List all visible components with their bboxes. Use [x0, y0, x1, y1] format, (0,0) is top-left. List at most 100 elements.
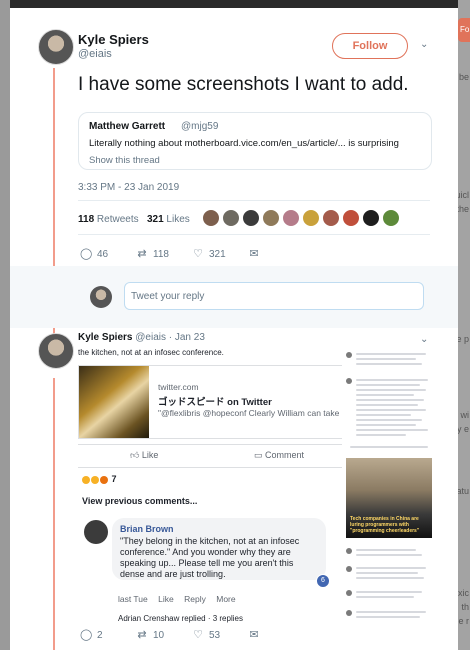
reply-icon: ◯ — [80, 629, 93, 641]
liker-avatar[interactable] — [222, 209, 240, 227]
side-avatar-dot — [346, 378, 352, 384]
reply-count: 46 — [97, 249, 109, 260]
link-description: "@flexlibris @hopeconf Clearly William c… — [158, 408, 342, 418]
screenshot-reactions: 7 — [82, 474, 117, 484]
retweet-icon: ⇄ — [137, 248, 147, 260]
like-action[interactable]: ♡ 53 — [192, 628, 220, 641]
screenshot-comment: ▭ Comment — [254, 450, 304, 461]
background-follow-chip: Fo — [458, 18, 470, 42]
side-text-line — [356, 434, 406, 436]
background-fragment: the — [456, 204, 469, 214]
side-text-line — [356, 363, 422, 365]
commenter-name: Brian Brown — [120, 524, 174, 534]
side-text-line — [356, 358, 416, 360]
divider — [78, 200, 430, 201]
reply-author-handle[interactable]: @eiais — [135, 332, 166, 343]
tweet-modal: Kyle Spiers @eiais Follow ⌄ I have some … — [10, 8, 458, 650]
link-title: ゴッドスピード on Twitter — [158, 397, 272, 408]
author-handle[interactable]: @eiais — [78, 48, 112, 60]
side-text-line — [356, 572, 418, 574]
follow-button[interactable]: Follow — [332, 33, 408, 59]
tweet-text: I have some screenshots I want to add. — [78, 74, 409, 95]
liker-avatar[interactable] — [262, 209, 280, 227]
screenshot-action-bar: 👍︎ Like ▭ Comment — [78, 444, 342, 468]
liker-avatar[interactable] — [302, 209, 320, 227]
liker-avatar[interactable] — [282, 209, 300, 227]
angry-reaction-icon — [100, 475, 108, 484]
view-previous-comments: View previous comments... — [82, 496, 198, 506]
like-action[interactable]: ♡ 321 — [192, 247, 226, 260]
avatar — [90, 286, 112, 308]
next-comment-line: Adrian Crenshaw replied · 3 replies — [118, 614, 243, 623]
commenter-avatar — [84, 520, 108, 544]
side-text-line — [356, 399, 424, 401]
liker-avatar[interactable] — [202, 209, 220, 227]
retweet-action[interactable]: ⇄ 10 — [136, 628, 164, 641]
chevron-down-icon[interactable]: ⌄ — [420, 334, 428, 345]
link-preview-image — [79, 366, 149, 438]
background-fragment: y e — [456, 424, 469, 434]
side-avatar-dot — [346, 548, 352, 554]
side-text-line — [356, 384, 420, 386]
side-photo-caption: Tech companies in China are luring progr… — [350, 516, 420, 534]
tweet-stats: 118 Retweets 321 Likes — [78, 214, 190, 225]
quote-text: Literally nothing about motherboard.vice… — [89, 138, 399, 149]
direct-message-action[interactable]: ✉ — [248, 247, 265, 260]
background-fragment: atu — [456, 486, 469, 496]
heart-icon: ♡ — [193, 629, 203, 641]
side-text-line — [356, 389, 426, 391]
side-avatar-dot — [346, 566, 352, 572]
reply-input[interactable]: Tweet your reply — [124, 282, 424, 310]
avatar[interactable] — [38, 29, 74, 65]
author-name[interactable]: Kyle Spiers — [78, 32, 149, 47]
attached-screenshot-side[interactable]: Tech companies in China are luring progr… — [346, 348, 432, 628]
screenshot-like: 👍︎ Like — [130, 450, 158, 461]
retweet-action[interactable]: ⇄ 118 — [136, 247, 169, 260]
retweets-count[interactable]: 118 — [78, 214, 94, 225]
background-chip-label: Fo — [460, 25, 470, 34]
wow-reaction-icon — [91, 475, 99, 484]
reply-date[interactable]: · Jan 23 — [169, 332, 205, 343]
direct-message-action[interactable]: ✉ — [248, 628, 265, 641]
reply-action[interactable]: ◯ 2 — [80, 628, 103, 641]
likes-count[interactable]: 321 — [147, 214, 164, 225]
chevron-down-icon[interactable]: ⌄ — [420, 39, 428, 50]
link-domain: twitter.com — [158, 382, 199, 392]
haha-reaction-icon — [82, 475, 90, 484]
side-text-line — [356, 353, 426, 355]
quoted-tweet[interactable]: Matthew Garrett @mjg59 Literally nothing… — [78, 112, 432, 170]
side-avatar-dot — [346, 590, 352, 596]
like-count: 53 — [209, 630, 221, 641]
comment-time: last Tue — [118, 594, 148, 604]
comment-bubble: Brian Brown "They belong in the kitchen,… — [112, 518, 326, 580]
side-text-line — [356, 611, 426, 613]
side-text-line — [356, 591, 422, 593]
reaction-count: 7 — [111, 474, 117, 484]
reply-header: Kyle Spiers @eiais · Jan 23 — [78, 332, 205, 343]
comment-reply: Reply — [184, 594, 206, 604]
reply-action[interactable]: ◯ 46 — [80, 247, 108, 260]
side-text-line — [356, 567, 426, 569]
avatar[interactable] — [38, 333, 74, 369]
background-fragment: be — [458, 72, 469, 82]
screenshot-like-label: Like — [141, 450, 159, 460]
comment-actions: last Tue Like Reply More — [118, 594, 244, 604]
liker-avatar[interactable] — [242, 209, 260, 227]
liker-avatar[interactable] — [362, 209, 380, 227]
attached-screenshot[interactable]: the kitchen, not at an infosec conferenc… — [78, 348, 342, 628]
likes-label[interactable]: Likes — [166, 214, 189, 225]
background-top-bar — [0, 0, 470, 8]
liker-avatar[interactable] — [322, 209, 340, 227]
retweets-label[interactable]: Retweets — [97, 214, 139, 225]
show-thread-link[interactable]: Show this thread — [89, 155, 160, 166]
side-text-line — [356, 404, 418, 406]
side-text-line — [356, 429, 428, 431]
liker-avatar[interactable] — [342, 209, 360, 227]
side-text-line — [356, 394, 414, 396]
reply-count: 2 — [97, 630, 103, 641]
liker-avatar[interactable] — [382, 209, 400, 227]
reply-author-name[interactable]: Kyle Spiers — [78, 332, 132, 343]
thread-line — [53, 378, 55, 650]
side-text-line — [356, 414, 411, 416]
tweet-timestamp[interactable]: 3:33 PM - 23 Jan 2019 — [78, 182, 179, 193]
